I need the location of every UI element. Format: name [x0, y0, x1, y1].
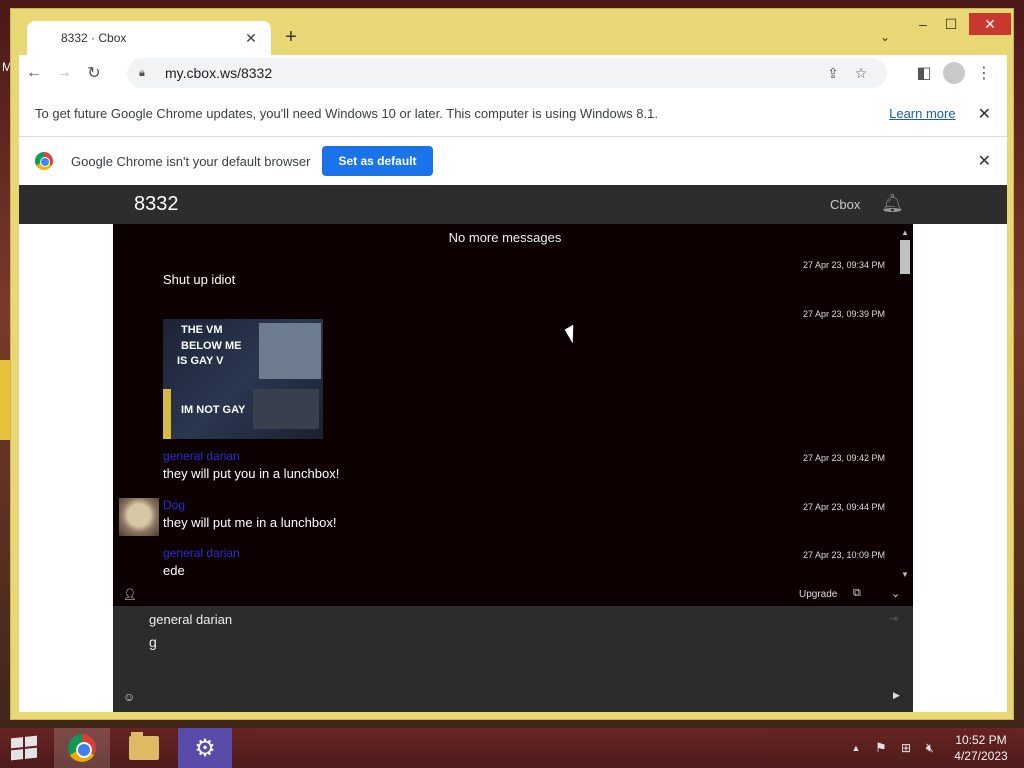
meme-caption: BELOW ME — [181, 340, 242, 352]
clock-date: 4/27/2023 — [954, 749, 1008, 763]
message-username[interactable]: general darian — [163, 449, 240, 463]
tab-strip: 8332 · Cbox ✕ + ⌄ – ☐ ✕ — [11, 9, 1015, 55]
meme-strip-graphic — [163, 389, 171, 439]
meme-caption: THE VM — [181, 324, 223, 336]
folder-icon — [129, 732, 159, 760]
maximize-button[interactable]: ☐ — [937, 13, 965, 35]
upgrade-link[interactable]: Upgrade — [799, 589, 837, 600]
emoji-smile-icon[interactable]: ☺ — [123, 690, 135, 704]
bell-icon[interactable]: 🔔︎ — [881, 193, 904, 215]
taskbar-chrome[interactable] — [54, 728, 110, 768]
message-timestamp: 27 Apr 23, 09:42 PM — [802, 453, 885, 463]
message-timestamp: 27 Apr 23, 09:34 PM — [802, 260, 885, 270]
new-tab-button[interactable]: + — [279, 25, 303, 49]
clock-time: 10:52 PM — [955, 733, 1007, 747]
message-text: ede — [163, 563, 185, 578]
tab-title: 8332 · Cbox — [61, 31, 127, 45]
meme-caption: IS GAY V — [177, 355, 224, 367]
minimize-button[interactable]: – — [909, 13, 937, 35]
no-more-messages: No more messages — [448, 230, 562, 245]
message-username[interactable]: general darian — [163, 546, 240, 560]
close-icon[interactable]: ✕ — [978, 104, 991, 124]
url-text: my.cbox.ws/8332 — [165, 65, 273, 81]
volume-muted-icon[interactable]: 🔇︎ — [920, 728, 940, 768]
chrome-logo-icon — [35, 152, 53, 170]
back-icon[interactable]: ← — [19, 58, 49, 88]
message-username[interactable]: Dog — [163, 498, 185, 512]
windows-logo-icon — [11, 735, 37, 761]
action-center-flag-icon[interactable]: ⚑ — [872, 728, 890, 768]
scroll-up-arrow-icon[interactable]: ▲ — [901, 228, 909, 237]
set-as-default-button[interactable]: Set as default — [322, 146, 433, 176]
message-image[interactable]: THE VM BELOW ME IS GAY V IM NOT GAY — [163, 319, 323, 439]
update-message: To get future Google Chrome updates, you… — [35, 106, 658, 121]
update-infobar: To get future Google Chrome updates, you… — [19, 91, 1007, 137]
message-list[interactable]: No more messages 27 Apr 23, 09:34 PM Shu… — [113, 224, 897, 584]
room-title: 8332 — [134, 193, 179, 215]
meme-screen-graphic — [253, 389, 319, 429]
scroll-thumb[interactable] — [900, 240, 910, 274]
reload-icon[interactable]: ↻ — [79, 58, 109, 88]
tab-search-chevron-icon[interactable]: ⌄ — [875, 27, 895, 47]
meme-caption: IM NOT GAY — [181, 404, 246, 416]
forward-icon[interactable]: → — [49, 58, 79, 88]
compose-username: general darian — [149, 612, 233, 627]
chat-toolbar: 👤︎ Upgrade ⧉ ⌄ — [113, 584, 913, 606]
message-scrollbar[interactable]: ▲ ▼ — [897, 224, 913, 584]
sign-out-icon[interactable]: ⇥ — [889, 612, 898, 625]
gear-icon: ⚙ — [194, 734, 216, 762]
tray-expand-icon[interactable]: ▲ — [848, 728, 864, 768]
meme-screen-graphic — [259, 323, 321, 379]
message-text: Shut up idiot — [163, 272, 236, 287]
browser-toolbar: ← → ↻ 🔒︎ my.cbox.ws/8332 ⇪ ☆ ◧ ⋮ — [19, 55, 1007, 91]
cbox-header: 8332 Cbox 🔔︎ — [19, 185, 1007, 224]
tab-close-icon[interactable]: ✕ — [243, 30, 259, 46]
cbox-brand-link[interactable]: Cbox — [830, 197, 860, 212]
chat-box: No more messages 27 Apr 23, 09:34 PM Shu… — [113, 224, 913, 712]
scroll-bottom-chevron-icon[interactable]: ⌄ — [891, 587, 900, 600]
page-content: 8332 Cbox 🔔︎ No more messages 27 Apr 23,… — [19, 185, 1007, 712]
lock-icon: 🔒︎ — [139, 66, 145, 79]
profile-avatar-icon[interactable] — [943, 62, 965, 84]
message-timestamp: 27 Apr 23, 10:09 PM — [802, 550, 885, 560]
menu-kebab-icon[interactable]: ⋮ — [969, 58, 999, 88]
chrome-icon — [68, 734, 96, 762]
network-icon[interactable]: ⊞ — [896, 728, 916, 768]
chrome-window: 8332 · Cbox ✕ + ⌄ – ☐ ✕ ← → ↻ 🔒︎ my.cbox… — [10, 8, 1014, 720]
send-arrow-icon[interactable]: ▶ — [893, 690, 900, 701]
taskbar-file-explorer[interactable] — [118, 728, 170, 768]
toolbar-right: ◧ ⋮ — [909, 58, 999, 88]
learn-more-link[interactable]: Learn more — [889, 106, 955, 121]
default-browser-infobar: Google Chrome isn't your default browser… — [19, 137, 1007, 185]
message-text: they will put you in a lunchbox! — [163, 466, 340, 481]
external-link-icon[interactable]: ⧉ — [853, 587, 861, 600]
share-icon[interactable]: ⇪ — [819, 65, 847, 82]
message-input[interactable] — [149, 632, 849, 652]
taskbar: ⚙ ▲ ⚑ ⊞ 🔇︎ 10:52 PM 4/27/2023 — [0, 728, 1024, 768]
window-close-button[interactable]: ✕ — [969, 13, 1011, 35]
compose-area: general darian ⇥ ☺ ▶ — [113, 606, 913, 712]
bookmark-star-icon[interactable]: ☆ — [847, 65, 875, 82]
message-text: they will put me in a lunchbox! — [163, 515, 337, 530]
side-panel-icon[interactable]: ◧ — [909, 58, 939, 88]
user-icon[interactable]: 👤︎ — [123, 588, 137, 601]
address-bar[interactable]: 🔒︎ my.cbox.ws/8332 ⇪ ☆ — [127, 58, 887, 88]
close-icon[interactable]: ✕ — [978, 151, 991, 171]
dog-avatar[interactable] — [119, 498, 159, 536]
taskbar-settings[interactable]: ⚙ — [178, 728, 232, 768]
tab-cbox[interactable]: 8332 · Cbox ✕ — [27, 21, 271, 55]
start-button[interactable] — [0, 728, 48, 768]
system-clock[interactable]: 10:52 PM 4/27/2023 — [948, 732, 1014, 764]
message-timestamp: 27 Apr 23, 09:44 PM — [802, 502, 885, 512]
scroll-down-arrow-icon[interactable]: ▼ — [901, 570, 909, 579]
default-browser-message: Google Chrome isn't your default browser — [71, 153, 311, 169]
message-timestamp: 27 Apr 23, 09:39 PM — [802, 309, 885, 319]
